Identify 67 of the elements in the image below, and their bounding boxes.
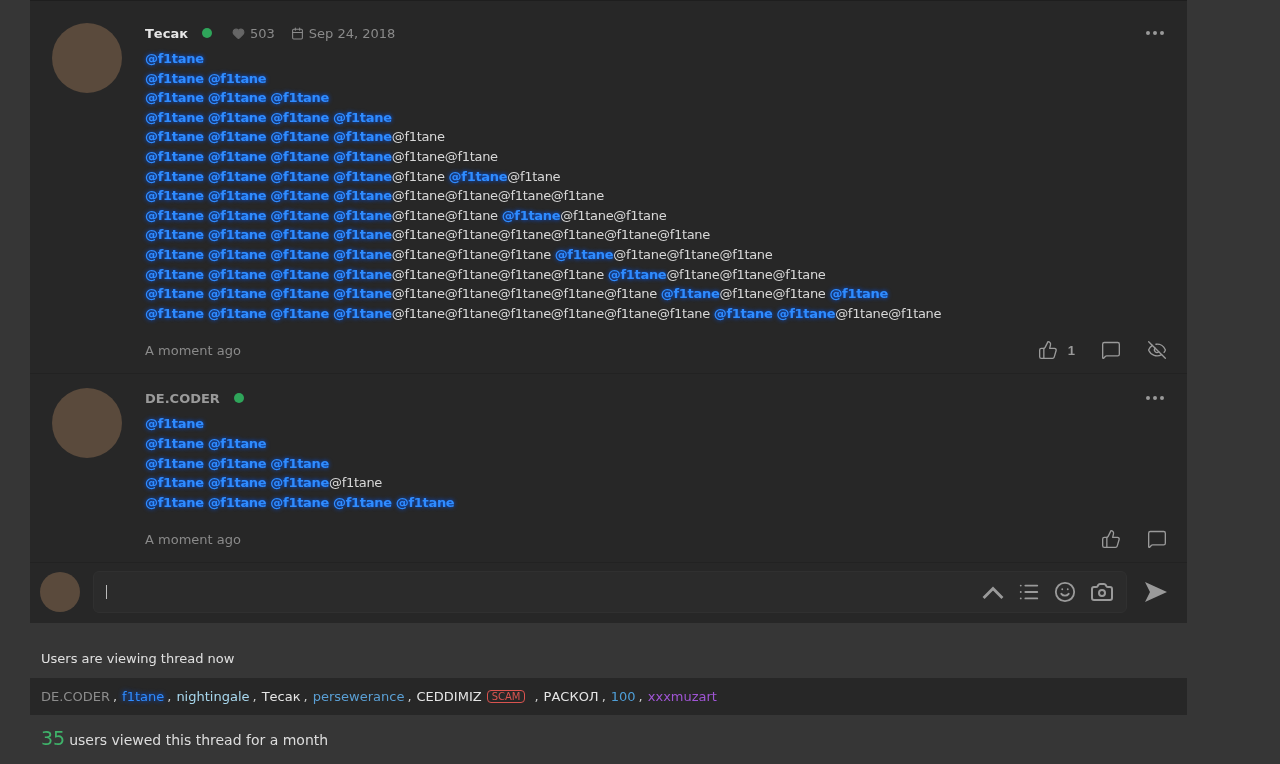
reply-button[interactable] — [1101, 340, 1121, 361]
collapse-button[interactable] — [982, 585, 1004, 599]
calendar-icon — [290, 26, 304, 40]
message-line: @f1tane @f1tane @f1tane @f1tane@f1tane@f1tane@f1tane @f1tane@f1tane@f1tane@f1tane — [145, 245, 774, 264]
user-link[interactable]: DE.CODER — [41, 689, 110, 705]
separator-comma: , — [534, 689, 539, 705]
like-button[interactable] — [1101, 529, 1121, 550]
like-button[interactable]: 1 — [1037, 340, 1075, 361]
section-title: Users are viewing thread now — [40, 650, 236, 669]
message-line: @f1tane @f1tane @f1tane @f1tane@f1tane@f1tane@f1tane@f1tane@f1tane@f1tane — [145, 226, 711, 245]
chevron-up-icon — [982, 585, 1004, 599]
viewer-count-label: users viewed this thread for a month — [69, 732, 329, 749]
post-time: A moment ago — [145, 531, 241, 547]
message-line: @f1tane @f1tane — [145, 434, 268, 453]
message-line: @f1tane @f1tane @f1tane @f1tane@f1tane@f1tane@f1tane@f1tane @f1tane@f1tane@f1tane@f1tane — [145, 265, 827, 284]
separator-comma: , — [303, 689, 308, 705]
like-count: 503 — [250, 25, 275, 41]
message-line: @f1tane @f1tane @f1tane @f1tane @f1tane — [145, 493, 456, 512]
thumbs-up-icon — [1101, 529, 1121, 550]
user-link[interactable]: РАСКОЛ — [543, 689, 599, 705]
speech-bubble-icon — [1147, 529, 1167, 550]
message-line: @f1tane @f1tane @f1tane @f1tane@f1tane@f1tane — [145, 147, 499, 166]
message-line: @f1tane @f1tane @f1tane @f1tane — [145, 108, 393, 127]
separator-comma: , — [167, 689, 172, 705]
user-link[interactable]: f1tane — [122, 689, 165, 705]
user-link[interactable]: nightingale — [176, 689, 250, 705]
user-link[interactable]: 100 — [610, 689, 636, 705]
author-name: DE.CODER — [145, 390, 220, 406]
send-icon — [1145, 582, 1167, 603]
smiley-icon — [1054, 581, 1076, 604]
author-name: Тесак — [145, 25, 188, 41]
speech-bubble-icon — [1101, 340, 1121, 361]
message-line: @f1tane @f1tane @f1tane@f1tane — [145, 474, 384, 493]
message-line: @f1tane @f1tane @f1tane @f1tane@f1tane@f1tane@f1tane@f1tane — [145, 187, 605, 206]
reply-input-field[interactable] — [93, 571, 1127, 614]
separator-comma: , — [601, 689, 606, 705]
user-link[interactable]: persewerance — [312, 689, 405, 705]
avatar-placeholder — [40, 572, 80, 613]
user-link[interactable]: Тесак — [261, 689, 301, 705]
heart-icon — [232, 26, 245, 40]
message-line: @f1tane @f1tane @f1tane @f1tane@f1tane — [145, 128, 446, 147]
hide-button[interactable] — [1147, 340, 1167, 361]
message-line: @f1tane @f1tane @f1tane — [145, 89, 330, 108]
message-line: @f1tane @f1tane @f1tane @f1tane@f1tane @f1tane@f1tane — [145, 167, 562, 186]
post-time: A moment ago — [145, 342, 241, 358]
reply-button[interactable] — [1147, 529, 1167, 550]
message-line: @f1tane @f1tane @f1tane — [145, 454, 330, 473]
message-line: @f1tane @f1tane @f1tane @f1tane@f1tane@f1tane @f1tane@f1tane@f1tane — [145, 206, 668, 225]
message-line: @f1tane — [145, 415, 205, 434]
viewer-count: 35 — [41, 727, 66, 750]
separator-comma: , — [112, 689, 118, 705]
message-line: @f1tane — [145, 50, 205, 68]
message-line: @f1tane @f1tane @f1tane @f1tane@f1tane@f1tane@f1tane@f1tane@f1tane @f1tane@f1tane@f1tane @f1tane — [145, 285, 890, 304]
eye-off-icon — [1147, 340, 1167, 361]
user-link[interactable]: CEDDIMIZ — [416, 689, 482, 705]
thumbs-up-icon — [1037, 340, 1058, 361]
user-link[interactable]: xxxmuzart — [647, 689, 717, 705]
join-date: Sep 24, 2018 — [308, 25, 396, 41]
separator-comma: , — [638, 689, 643, 705]
emoji-button[interactable] — [1054, 581, 1076, 604]
message-line: @f1tane @f1tane @f1tane @f1tane@f1tane@f1tane@f1tane@f1tane@f1tane@f1tane @f1tane @f1tane@f1tane@f1tane — [145, 304, 943, 323]
scam-badge: SCAM — [486, 690, 526, 704]
separator-comma: , — [252, 689, 257, 705]
text-cursor — [106, 585, 107, 600]
send-button[interactable] — [1145, 582, 1167, 603]
message-line: @f1tane @f1tane — [145, 69, 268, 88]
separator-comma: , — [407, 689, 412, 705]
